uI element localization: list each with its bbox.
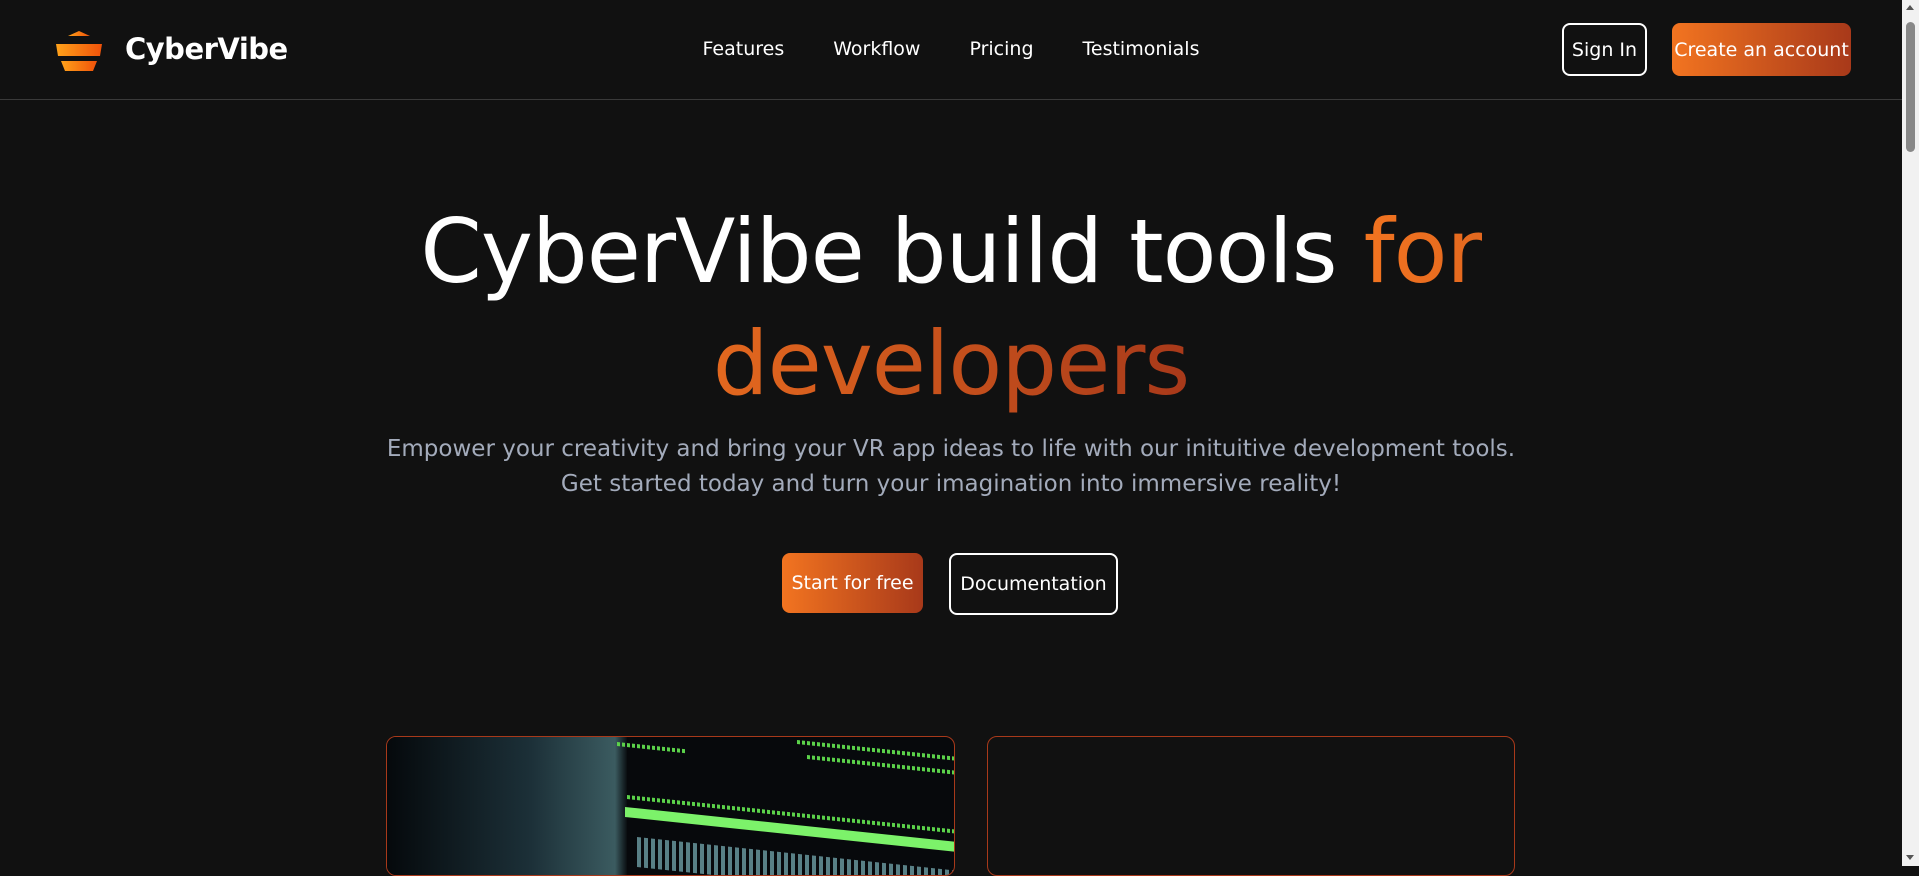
nav-link-features[interactable]: Features xyxy=(703,38,785,60)
page: CyberVibe Features Workflow Pricing Test… xyxy=(0,0,1902,876)
documentation-button[interactable]: Documentation xyxy=(949,553,1118,615)
feature-card xyxy=(987,736,1515,876)
scroll-up-icon[interactable] xyxy=(1906,5,1914,10)
terminal-text xyxy=(617,742,687,754)
nav-link-workflow[interactable]: Workflow xyxy=(833,38,920,60)
nav-link-pricing[interactable]: Pricing xyxy=(969,38,1033,60)
nav-link-testimonials[interactable]: Testimonials xyxy=(1083,38,1200,60)
navbar: CyberVibe Features Workflow Pricing Test… xyxy=(0,0,1902,100)
hero-subtitle-line2: Get started today and turn your imaginat… xyxy=(560,471,1342,497)
hero-title-main: CyberVibe build tools xyxy=(420,200,1364,303)
terminal-image-card xyxy=(386,736,955,876)
hero-subtitle-line1: Empower your creativity and bring your V… xyxy=(386,436,1516,462)
scroll-down-icon[interactable] xyxy=(1906,855,1914,860)
sign-in-button[interactable]: Sign In xyxy=(1562,23,1647,76)
start-for-free-button[interactable]: Start for free xyxy=(782,553,923,613)
scrollbar-thumb[interactable] xyxy=(1906,22,1915,152)
blurred-foreground xyxy=(387,737,627,875)
create-account-button[interactable]: Create an account xyxy=(1672,23,1851,76)
hero-title: CyberVibe build tools for developers xyxy=(0,196,1902,420)
hero-subtitle: Empower your creativity and bring your V… xyxy=(0,432,1902,502)
